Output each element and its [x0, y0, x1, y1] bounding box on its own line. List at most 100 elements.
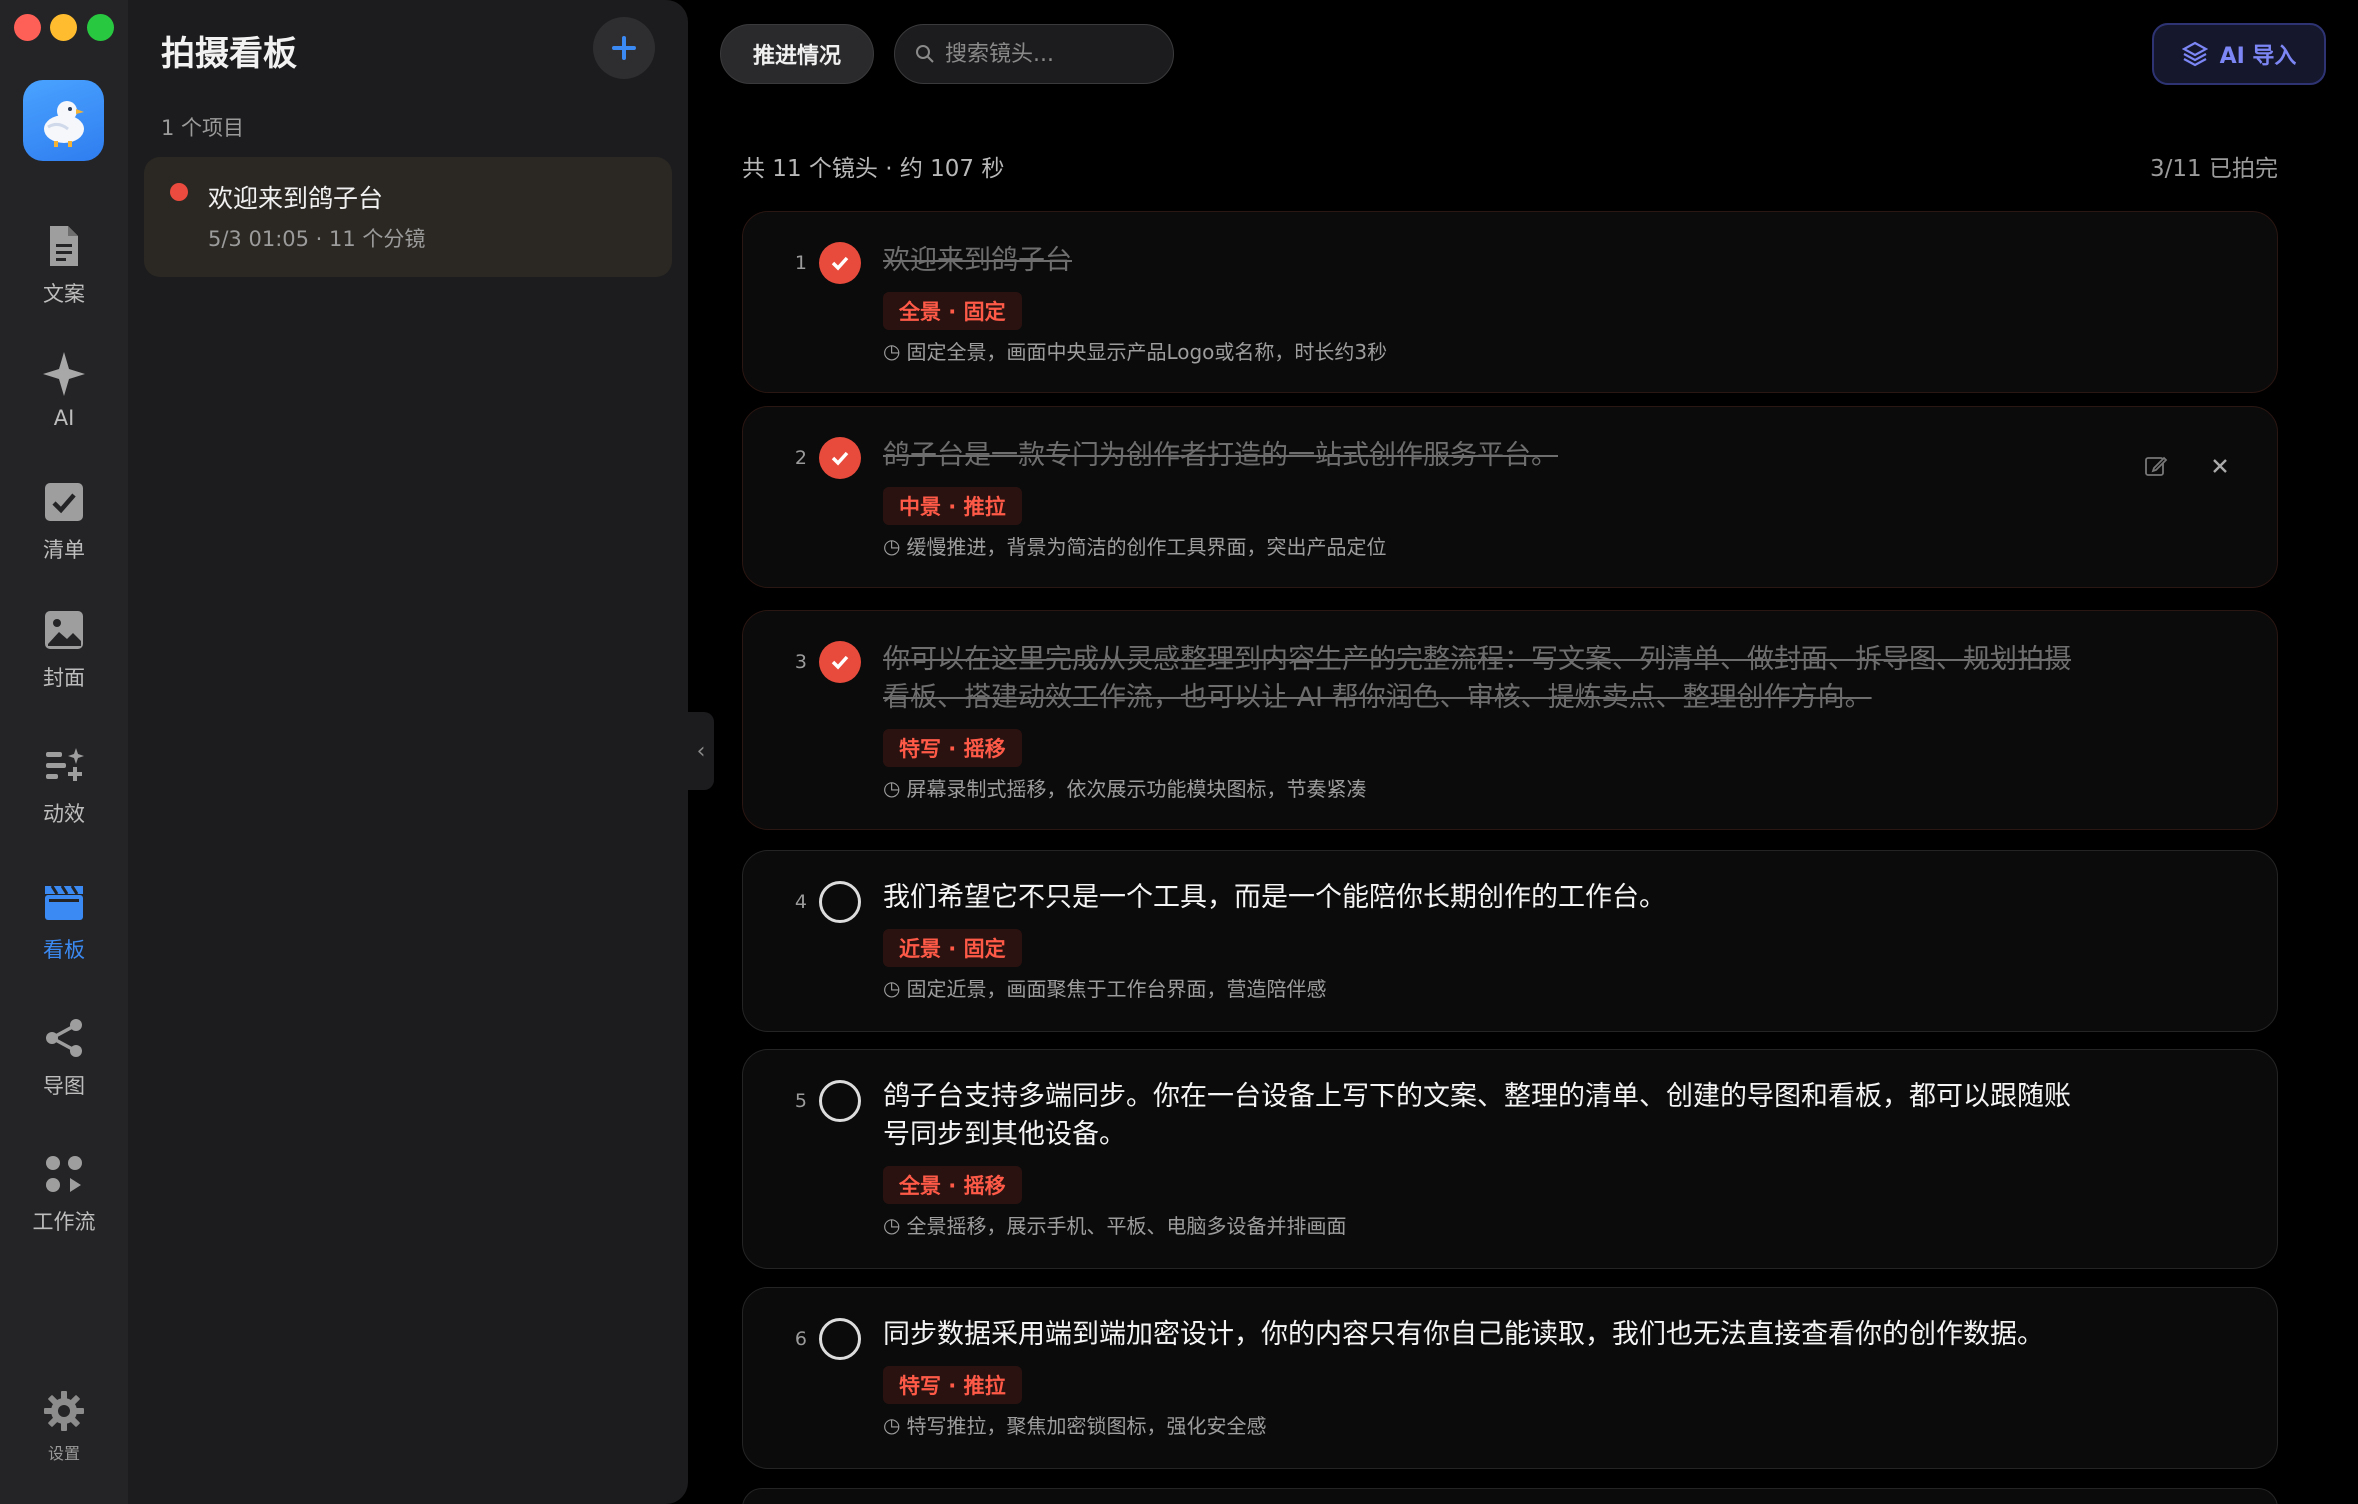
nav-item-storyboard[interactable]: 看板 [0, 878, 128, 978]
close-icon [2213, 459, 2227, 473]
shot-desc-text: 缓慢推进，背景为简洁的创作工具界面，突出产品定位 [906, 535, 1387, 559]
shot-done-checkbox[interactable] [819, 1080, 861, 1122]
shot-description: ◷ 全景摇移，展示手机、平板、电脑多设备并排画面 [883, 1210, 1346, 1239]
add-project-button[interactable] [593, 17, 655, 79]
shot-text: 同步数据采用端到端加密设计，你的内容只有你自己能读取，我们也无法直接查看你的创作… [883, 1319, 2044, 1350]
shot-number: 2 [794, 447, 807, 469]
window-minimize-button[interactable] [50, 14, 77, 41]
nav-label: 设置 [47, 1444, 80, 1463]
ai-import-label: AI 导入 [2219, 44, 2297, 69]
nav-label: 动效 [43, 802, 85, 826]
shot-text: 你可以在这里完成从灵感整理到内容生产的完整流程：写文案、列清单、做封面、拆导图、… [883, 644, 2071, 713]
search-icon [916, 45, 934, 63]
app-logo [23, 80, 104, 161]
nav-item-ai[interactable]: AI [0, 350, 128, 450]
shot-done-checkbox[interactable] [819, 242, 861, 284]
checkmark-icon [831, 256, 849, 271]
nav-label: 导图 [43, 1074, 85, 1098]
status-dot [170, 183, 188, 201]
nav-rail: 文案 AI 清单 封面 动效 看板 导图 工作流 设置 [0, 0, 128, 1504]
clock-icon: ◷ [883, 1412, 901, 1437]
sparkle-icon [42, 350, 86, 398]
shot-description: ◷ 特写推拉，聚焦加密锁图标，强化安全感 [883, 1410, 1266, 1439]
shot-number: 3 [794, 651, 807, 673]
checklist-icon [42, 478, 86, 526]
shot-card[interactable]: 1 欢迎来到鸽子台 全景 · 固定 ◷ 固定全景，画面中央显示产品Logo或名称… [742, 211, 2278, 393]
layers-icon [2181, 41, 2208, 67]
shot-desc-text: 固定近景，画面聚焦于工作台界面，营造陪伴感 [906, 977, 1327, 1001]
shot-desc-text: 全景摇移，展示手机、平板、电脑多设备并排画面 [906, 1214, 1347, 1238]
shot-card[interactable]: 4 我们希望它不只是一个工具，而是一个能陪你长期创作的工作台。 近景 · 固定 … [742, 850, 2278, 1032]
nav-item-checklist[interactable]: 清单 [0, 478, 128, 578]
shot-summary: 共 11 个镜头 · 约 107 秒 [742, 156, 1005, 182]
nav-item-mindmap[interactable]: 导图 [0, 1014, 128, 1114]
ai-import-button[interactable]: AI 导入 [2152, 23, 2326, 85]
shot-number: 5 [794, 1090, 807, 1112]
image-icon [42, 606, 86, 654]
edit-button[interactable] [2143, 453, 2169, 479]
shot-text: 鸽子台是一款专门为创作者打造的一站式创作服务平台。 [883, 440, 1558, 471]
shot-done-checkbox[interactable] [819, 641, 861, 683]
shot-tag: 全景 · 固定 [883, 292, 1022, 330]
chevron-left-icon: ‹ [696, 738, 706, 764]
plus-icon [612, 36, 636, 60]
shot-card[interactable]: 6 同步数据采用端到端加密设计，你的内容只有你自己能读取，我们也无法直接查看你的… [742, 1287, 2278, 1469]
window-zoom-button[interactable] [87, 14, 114, 41]
project-sidebar: 拍摄看板 1 个项目 欢迎来到鸽子台 5/3 01:05 · 11 个分镜 [128, 0, 688, 1504]
motion-icon [42, 742, 86, 790]
progress-button[interactable]: 推进情况 [720, 24, 874, 84]
settings-button[interactable]: 设置 [0, 1390, 128, 1470]
clock-icon: ◷ [883, 775, 901, 800]
edit-icon [2145, 456, 2168, 476]
search-box [894, 24, 1174, 84]
nav-item-copywriting[interactable]: 文案 [0, 222, 128, 322]
shot-description: ◷ 屏幕录制式摇移，依次展示功能模块图标，节奏紧凑 [883, 773, 1366, 802]
shot-tag: 特写 · 摇移 [883, 729, 1022, 767]
checkmark-icon [831, 451, 849, 466]
shot-text: 我们希望它不只是一个工具，而是一个能陪你长期创作的工作台。 [883, 882, 1666, 913]
shot-desc-text: 屏幕录制式摇移，依次展示功能模块图标，节奏紧凑 [906, 777, 1367, 801]
project-card[interactable]: 欢迎来到鸽子台 5/3 01:05 · 11 个分镜 [144, 157, 672, 277]
nav-item-workflow[interactable]: 工作流 [0, 1150, 128, 1250]
nav-label: AI [53, 406, 75, 430]
shot-done-checkbox[interactable] [819, 437, 861, 479]
shot-tag: 特写 · 推拉 [883, 1366, 1022, 1404]
clock-icon: ◷ [883, 975, 901, 1000]
nav-label: 工作流 [32, 1210, 96, 1234]
clapperboard-icon [42, 878, 86, 926]
nav-label: 看板 [43, 938, 85, 962]
shot-card[interactable]: 2 鸽子台是一款专门为创作者打造的一站式创作服务平台。 中景 · 推拉 ◷ 缓慢… [742, 406, 2278, 588]
window-close-button[interactable] [14, 14, 41, 41]
shot-desc-text: 固定全景，画面中央显示产品Logo或名称，时长约3秒 [906, 340, 1388, 364]
shot-actions [2143, 453, 2233, 479]
shot-tag: 中景 · 推拉 [883, 487, 1022, 525]
clock-icon: ◷ [883, 533, 901, 558]
shot-tag: 全景 · 摇移 [883, 1166, 1022, 1204]
shot-desc-text: 特写推拉，聚焦加密锁图标，强化安全感 [906, 1414, 1267, 1438]
delete-button[interactable] [2207, 453, 2233, 479]
done-count: 3/11 已拍完 [2150, 156, 2278, 182]
shot-number: 4 [794, 891, 807, 913]
shot-number: 1 [794, 252, 807, 274]
shot-description: ◷ 缓慢推进，背景为简洁的创作工具界面，突出产品定位 [883, 531, 1386, 560]
workflow-icon [42, 1150, 86, 1198]
shot-card[interactable]: 3 你可以在这里完成从灵感整理到内容生产的完整流程：写文案、列清单、做封面、拆导… [742, 610, 2278, 830]
search-input[interactable] [945, 41, 1165, 67]
sidebar-title: 拍摄看板 [161, 34, 297, 74]
shot-tag: 近景 · 固定 [883, 929, 1022, 967]
clock-icon: ◷ [883, 1212, 901, 1237]
shot-card[interactable]: 5 鸽子台支持多端同步。你在一台设备上写下的文案、整理的清单、创建的导图和看板，… [742, 1049, 2278, 1269]
pigeon-icon [43, 100, 84, 147]
checkmark-icon [831, 655, 849, 670]
nav-item-cover[interactable]: 封面 [0, 606, 128, 706]
nav-label: 文案 [43, 282, 85, 306]
shot-card[interactable] [742, 1488, 2278, 1504]
nav-label: 封面 [43, 666, 85, 690]
shot-done-checkbox[interactable] [819, 1318, 861, 1360]
nav-item-motion[interactable]: 动效 [0, 742, 128, 842]
shot-done-checkbox[interactable] [819, 881, 861, 923]
gear-icon [43, 1390, 85, 1436]
project-meta: 5/3 01:05 · 11 个分镜 [208, 227, 426, 251]
collapse-sidebar-button[interactable]: ‹ [688, 712, 714, 790]
project-title: 欢迎来到鸽子台 [208, 184, 384, 213]
